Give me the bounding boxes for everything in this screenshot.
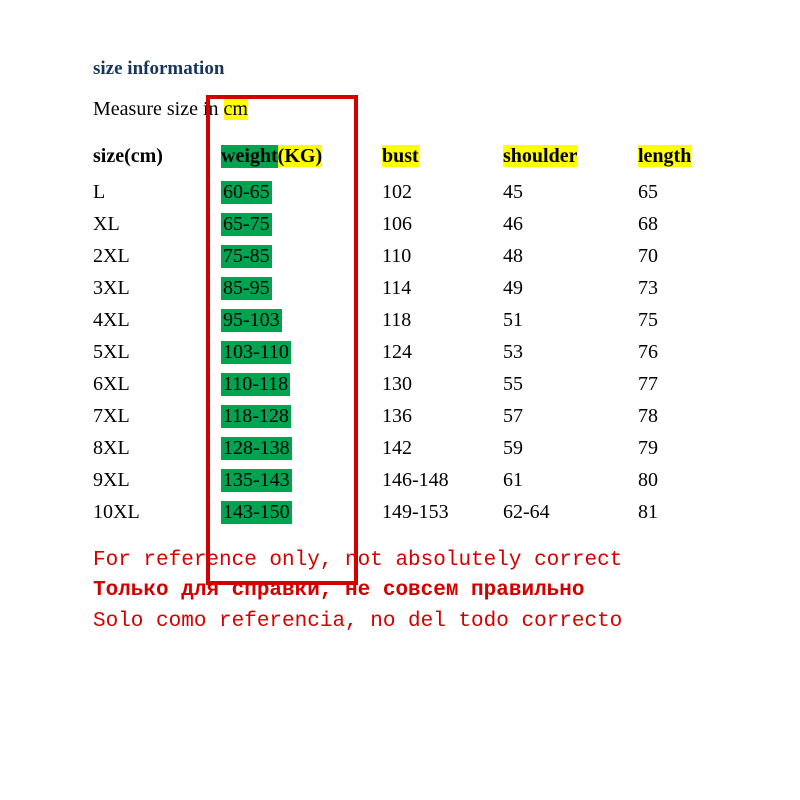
cell-length: 80: [638, 464, 718, 496]
weight-value: 135-143: [221, 469, 292, 492]
header-shoulder-hl: shoulder: [503, 145, 577, 167]
cell-weight: 118-128: [221, 400, 382, 432]
table-row: 2XL75-85 1104870: [93, 240, 718, 272]
cell-size: 6XL: [93, 368, 221, 400]
cell-length: 68: [638, 208, 718, 240]
cell-bust: 102: [382, 176, 503, 208]
header-bust-hl: bust: [382, 145, 419, 167]
cell-bust: 106: [382, 208, 503, 240]
cell-size: L: [93, 176, 221, 208]
cell-shoulder: 62-64: [503, 496, 638, 528]
header-weight-unit: (KG): [278, 145, 322, 167]
cell-size: 5XL: [93, 336, 221, 368]
cell-bust: 136: [382, 400, 503, 432]
cell-bust: 142: [382, 432, 503, 464]
size-table: size(cm) weight(KG) bust shoulder length…: [93, 145, 718, 528]
cell-bust: 149-153: [382, 496, 503, 528]
cell-length: 78: [638, 400, 718, 432]
cell-length: 77: [638, 368, 718, 400]
cell-weight: 128-138: [221, 432, 382, 464]
weight-value: 65-75: [221, 213, 272, 236]
header-length-hl: length: [638, 145, 691, 167]
weight-value: 110-118: [221, 373, 290, 396]
header-size: size(cm): [93, 145, 221, 176]
cell-weight: 85-95: [221, 272, 382, 304]
cell-weight: 60-65: [221, 176, 382, 208]
cell-size: XL: [93, 208, 221, 240]
cell-weight: 65-75: [221, 208, 382, 240]
weight-value: 95-103: [221, 309, 282, 332]
cell-bust: 130: [382, 368, 503, 400]
cell-length: 70: [638, 240, 718, 272]
cell-shoulder: 49: [503, 272, 638, 304]
table-row: 7XL118-128 1365778: [93, 400, 718, 432]
weight-value: 118-128: [221, 405, 291, 428]
table-row: 5XL103-110 1245376: [93, 336, 718, 368]
header-weight: weight(KG): [221, 145, 382, 176]
cell-bust: 118: [382, 304, 503, 336]
cell-shoulder: 51: [503, 304, 638, 336]
header-shoulder: shoulder: [503, 145, 638, 176]
cell-shoulder: 57: [503, 400, 638, 432]
cell-bust: 124: [382, 336, 503, 368]
footnote-es: Solo como referencia, no del todo correc…: [93, 607, 800, 637]
cell-shoulder: 61: [503, 464, 638, 496]
title-size-information: size information: [93, 58, 800, 80]
footnote-en: For reference only, not absolutely corre…: [93, 546, 800, 576]
cell-shoulder: 45: [503, 176, 638, 208]
cell-shoulder: 53: [503, 336, 638, 368]
cell-weight: 75-85: [221, 240, 382, 272]
cell-length: 73: [638, 272, 718, 304]
cell-bust: 146-148: [382, 464, 503, 496]
header-weight-label: weight: [221, 145, 278, 168]
cell-weight: 143-150: [221, 496, 382, 528]
cell-length: 81: [638, 496, 718, 528]
cell-size: 9XL: [93, 464, 221, 496]
cell-size: 4XL: [93, 304, 221, 336]
cell-size: 10XL: [93, 496, 221, 528]
table-row: 9XL135-143 146-1486180: [93, 464, 718, 496]
cell-shoulder: 59: [503, 432, 638, 464]
cell-length: 76: [638, 336, 718, 368]
cell-length: 79: [638, 432, 718, 464]
weight-value: 60-65: [221, 181, 272, 204]
table-row: 8XL128-138 1425979: [93, 432, 718, 464]
weight-value: 143-150: [221, 501, 292, 524]
table-row: 10XL143-150 149-15362-6481: [93, 496, 718, 528]
weight-value: 75-85: [221, 245, 272, 268]
cell-shoulder: 46: [503, 208, 638, 240]
table-row: L60-65 1024565: [93, 176, 718, 208]
cell-size: 2XL: [93, 240, 221, 272]
header-bust: bust: [382, 145, 503, 176]
cell-shoulder: 48: [503, 240, 638, 272]
header-length: length: [638, 145, 718, 176]
footnote-ru: Только для справки, не совсем правильно: [93, 576, 800, 606]
weight-value: 103-110: [221, 341, 291, 364]
cell-length: 65: [638, 176, 718, 208]
measure-label: Measure size in: [93, 98, 224, 120]
table-row: XL65-75 1064668: [93, 208, 718, 240]
weight-value: 85-95: [221, 277, 272, 300]
table-body: L60-65 1024565 XL65-75 1064668 2XL75-85 11048…: [93, 176, 718, 528]
cell-weight: 110-118: [221, 368, 382, 400]
cell-bust: 114: [382, 272, 503, 304]
cell-size: 3XL: [93, 272, 221, 304]
table-row: 6XL110-118 1305577: [93, 368, 718, 400]
unit-cm-highlight: cm: [224, 98, 248, 120]
cell-weight: 135-143: [221, 464, 382, 496]
title-measure-unit: Measure size in cm: [93, 98, 800, 121]
cell-bust: 110: [382, 240, 503, 272]
cell-shoulder: 55: [503, 368, 638, 400]
table-row: 3XL85-95 1144973: [93, 272, 718, 304]
table-header-row: size(cm) weight(KG) bust shoulder length: [93, 145, 718, 176]
table-row: 4XL95-103 1185175: [93, 304, 718, 336]
footnotes: For reference only, not absolutely corre…: [93, 546, 800, 637]
cell-size: 7XL: [93, 400, 221, 432]
cell-length: 75: [638, 304, 718, 336]
cell-weight: 95-103: [221, 304, 382, 336]
cell-weight: 103-110: [221, 336, 382, 368]
weight-value: 128-138: [221, 437, 292, 460]
cell-size: 8XL: [93, 432, 221, 464]
